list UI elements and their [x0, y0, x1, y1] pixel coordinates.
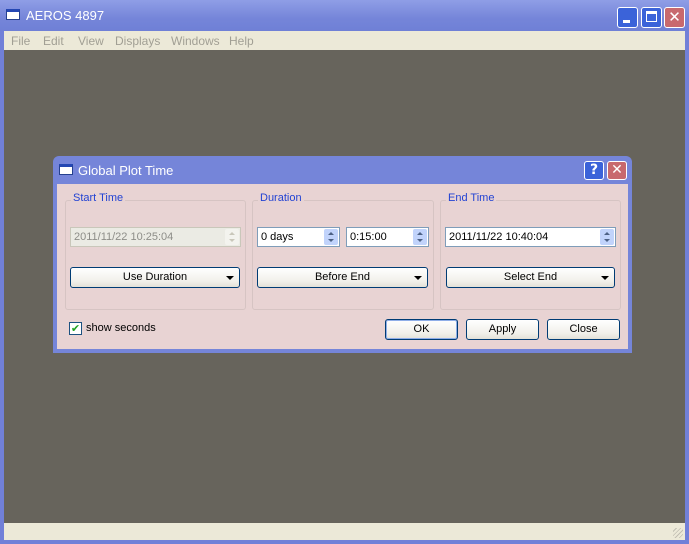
start-time-group: [65, 200, 246, 310]
help-icon: ?: [589, 162, 599, 178]
ok-button[interactable]: OK: [385, 319, 458, 340]
close-icon: ✕: [611, 162, 623, 178]
minimize-icon: [623, 20, 630, 23]
start-time-value: 2011/11/22 10:25:04: [74, 231, 174, 243]
spin-up-icon: [328, 232, 334, 235]
end-time-input[interactable]: 2011/11/22 10:40:04: [445, 227, 616, 247]
maximize-button[interactable]: [641, 7, 662, 28]
status-bar: [4, 523, 685, 540]
resize-grip-icon[interactable]: [673, 528, 683, 538]
end-time-spinner[interactable]: [600, 229, 614, 245]
duration-group: [252, 200, 434, 310]
dialog-body: Start Time 2011/11/22 10:25:04 Use Durat…: [57, 184, 628, 349]
start-time-mode-select[interactable]: Use Duration: [70, 267, 240, 288]
spin-down-icon: [417, 239, 423, 242]
window-title: AEROS 4897: [26, 8, 105, 23]
dialog-close-button[interactable]: ✕: [607, 161, 627, 180]
menu-file[interactable]: File: [11, 34, 30, 48]
window-bottom-border: [0, 540, 689, 544]
dropdown-arrow-icon: [601, 276, 609, 280]
close-dialog-button[interactable]: Close: [547, 319, 620, 340]
duration-time-spinner[interactable]: [413, 229, 427, 245]
menu-view[interactable]: View: [78, 34, 104, 48]
dialog-title-bar[interactable]: Global Plot Time ? ✕: [53, 156, 632, 184]
start-time-input: 2011/11/22 10:25:04: [70, 227, 241, 247]
menu-displays[interactable]: Displays: [115, 34, 160, 48]
spin-down-icon: [604, 239, 610, 242]
show-seconds-checkbox[interactable]: ✔: [69, 322, 82, 335]
maximize-icon: [646, 11, 657, 22]
spin-up-icon: [417, 232, 423, 235]
end-time-value: 2011/11/22 10:40:04: [449, 231, 549, 243]
app-window-icon: [6, 9, 20, 20]
checkmark-icon: ✔: [70, 322, 81, 335]
menu-windows[interactable]: Windows: [171, 34, 220, 48]
duration-mode-value: Before End: [314, 271, 371, 283]
apply-button[interactable]: Apply: [466, 319, 539, 340]
help-button[interactable]: ?: [584, 161, 604, 180]
dropdown-arrow-icon: [226, 276, 234, 280]
title-bar[interactable]: AEROS 4897 ✕: [0, 0, 689, 31]
duration-time-value: 0:15:00: [350, 231, 387, 243]
show-seconds-label[interactable]: show seconds: [86, 322, 156, 334]
end-time-mode-select[interactable]: Select End: [446, 267, 615, 288]
duration-mode-select[interactable]: Before End: [257, 267, 428, 288]
end-time-title: End Time: [446, 192, 497, 204]
start-time-mode-value: Use Duration: [122, 271, 188, 283]
close-icon: ✕: [668, 8, 681, 26]
dialog-window-icon: [59, 164, 73, 175]
end-time-mode-value: Select End: [503, 271, 558, 283]
spin-up-icon: [229, 232, 235, 235]
end-time-group: [440, 200, 621, 310]
menu-edit[interactable]: Edit: [43, 34, 64, 48]
spin-down-icon: [229, 239, 235, 242]
dialog-title: Global Plot Time: [78, 163, 174, 178]
start-time-title: Start Time: [71, 192, 126, 204]
dropdown-arrow-icon: [414, 276, 422, 280]
duration-days-value: 0 days: [261, 231, 294, 243]
duration-days-input[interactable]: 0 days: [257, 227, 340, 247]
duration-days-spinner[interactable]: [324, 229, 338, 245]
menu-bar: File Edit View Displays Windows Help: [4, 31, 685, 50]
minimize-button[interactable]: [617, 7, 638, 28]
start-time-spinner: [225, 229, 239, 245]
menu-help[interactable]: Help: [229, 34, 254, 48]
duration-time-input[interactable]: 0:15:00: [346, 227, 429, 247]
duration-title: Duration: [258, 192, 304, 204]
spin-down-icon: [328, 239, 334, 242]
global-plot-time-dialog: Global Plot Time ? ✕ Start Time 2011/11/…: [53, 156, 632, 353]
close-button[interactable]: ✕: [664, 7, 685, 28]
spin-up-icon: [604, 232, 610, 235]
